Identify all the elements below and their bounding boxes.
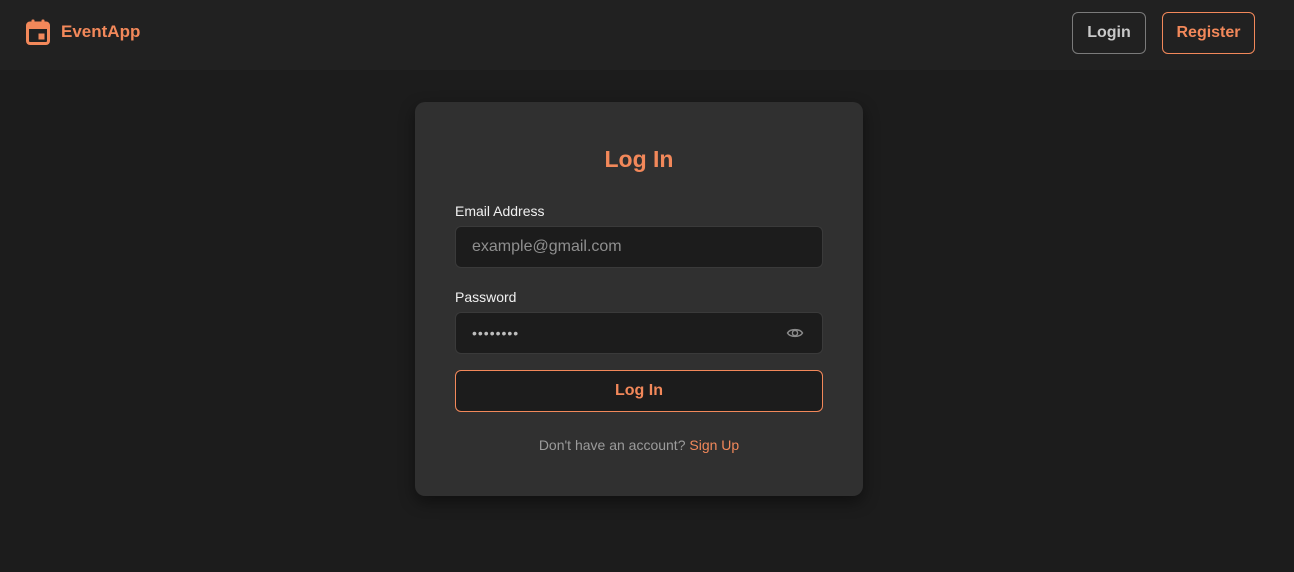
- signup-prompt-line: Don't have an account? Sign Up: [415, 437, 863, 453]
- brand-name: EventApp: [61, 22, 141, 41]
- login-nav-button[interactable]: Login: [1072, 12, 1146, 54]
- calendar-icon: [26, 19, 50, 45]
- password-input[interactable]: [456, 313, 822, 353]
- signup-link[interactable]: Sign Up: [689, 437, 739, 453]
- password-label: Password: [455, 289, 517, 305]
- password-field-wrapper: [455, 312, 823, 354]
- brand-logo[interactable]: EventApp: [26, 19, 140, 45]
- signup-prompt-text: Don't have an account?: [538, 437, 690, 453]
- login-title: Log In: [604, 146, 674, 172]
- email-input[interactable]: [456, 227, 822, 267]
- eye-icon[interactable]: [786, 325, 804, 341]
- login-submit-button[interactable]: Log In: [455, 370, 823, 412]
- login-card: Log In Email Address Password Log In Don…: [415, 102, 863, 496]
- top-navigation-bar: EventApp Login Register: [0, 0, 1294, 70]
- register-nav-button[interactable]: Register: [1162, 12, 1255, 54]
- email-field-wrapper: [455, 226, 823, 268]
- email-label: Email Address: [455, 203, 545, 219]
